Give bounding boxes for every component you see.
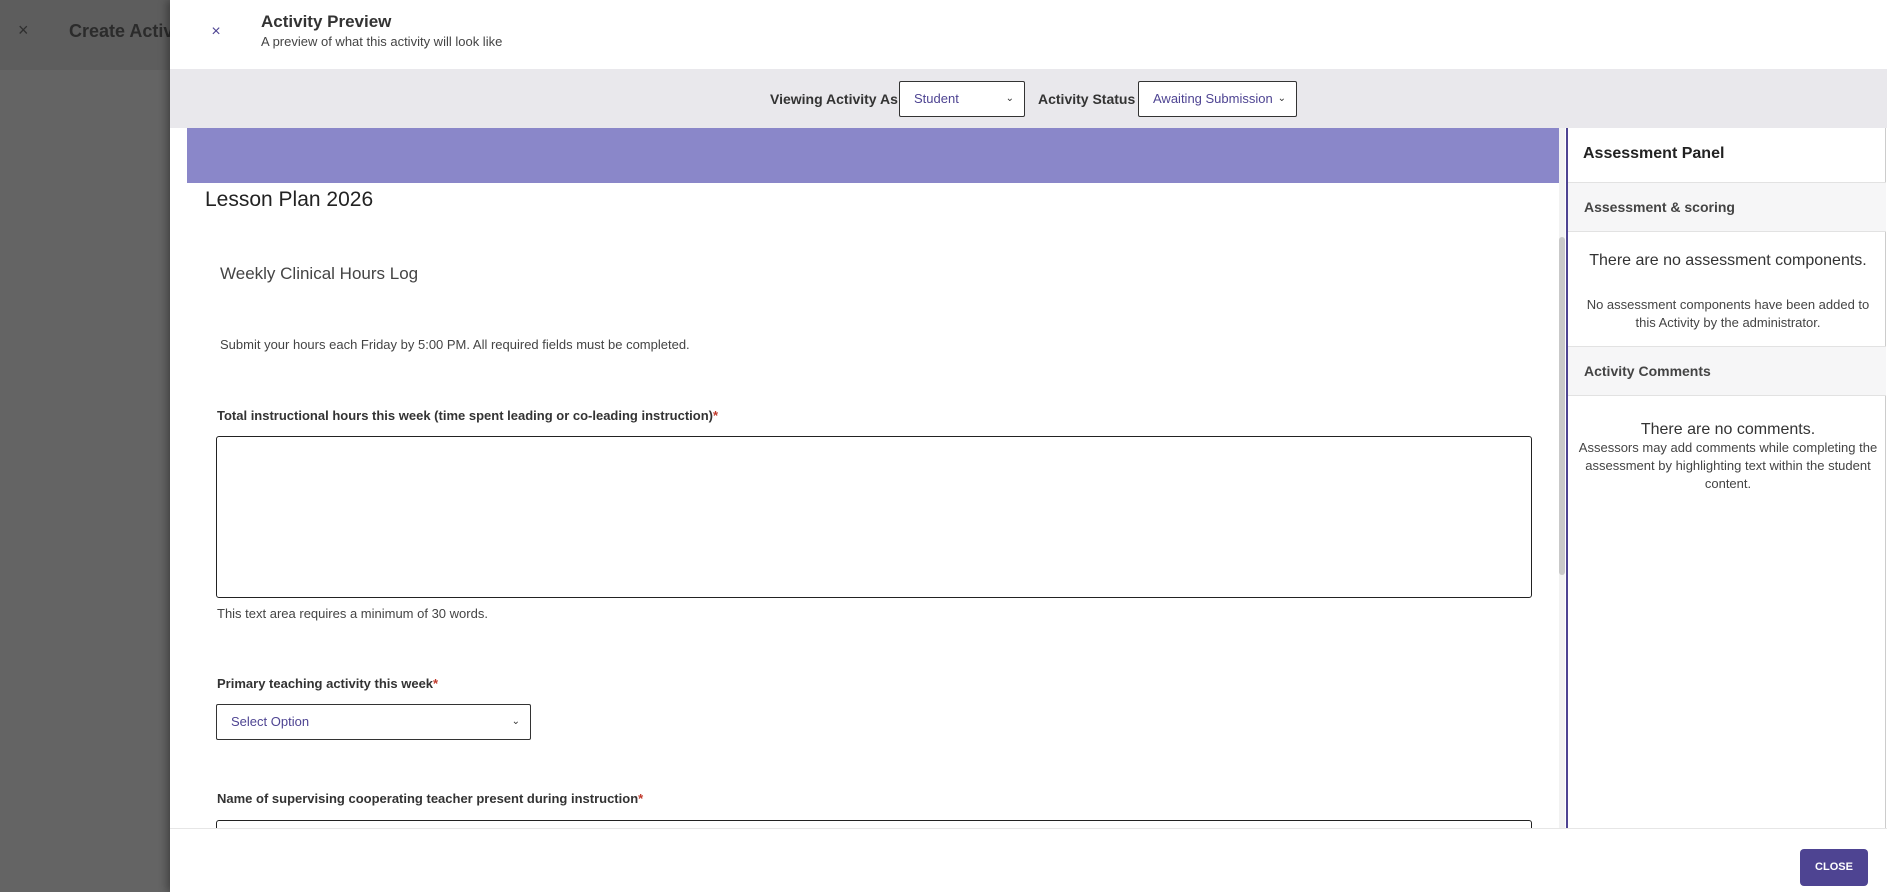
primary-activity-select[interactable]: Select Option ⌄ <box>216 704 531 740</box>
field-label-primary-activity: Primary teaching activity this week* <box>217 676 438 691</box>
background-close-icon: × <box>18 20 29 40</box>
lesson-title: Lesson Plan 2026 <box>205 188 374 211</box>
drawer-header: × Activity Preview A preview of what thi… <box>170 0 1887 69</box>
close-button[interactable]: CLOSE <box>1800 849 1868 886</box>
drawer-subtitle: A preview of what this activity will loo… <box>261 34 503 49</box>
required-marker: * <box>712 408 719 423</box>
assessment-scoring-header: Assessment & scoring <box>1568 182 1886 232</box>
assessment-panel: Assessment Panel Assessment & scoring Th… <box>1566 128 1886 828</box>
activity-comments-header: Activity Comments <box>1568 346 1886 396</box>
viewing-as-select[interactable]: Student ⌄ <box>899 81 1025 117</box>
assessment-panel-title: Assessment Panel <box>1583 145 1725 162</box>
activity-status-value: Awaiting Submission <box>1153 91 1273 106</box>
no-comments-text: Assessors may add comments while complet… <box>1578 440 1878 491</box>
viewing-as-value: Student <box>914 91 959 106</box>
section-title: Weekly Clinical Hours Log <box>220 264 419 283</box>
field-label-text: Name of supervising cooperating teacher … <box>217 791 639 806</box>
select-placeholder: Select Option <box>231 714 310 729</box>
instructions-text: Submit your hours each Friday by 5:00 PM… <box>220 337 690 352</box>
instructional-hours-textarea[interactable] <box>216 436 1532 598</box>
chevron-down-icon: ⌄ <box>1277 93 1286 104</box>
viewing-as-label: Viewing Activity As <box>770 91 898 107</box>
scrollbar-thumb[interactable] <box>1559 237 1565 575</box>
preview-toolbar: Viewing Activity As Student ⌄ Activity S… <box>170 69 1887 128</box>
no-assessment-text: No assessment components have been added… <box>1586 297 1870 330</box>
activity-banner <box>187 128 1562 183</box>
close-icon[interactable]: × <box>206 22 226 42</box>
background-page-title: Create Activi <box>69 21 179 41</box>
no-assessment-title: There are no assessment components. <box>1589 252 1867 269</box>
required-marker: * <box>433 676 439 691</box>
cooperating-teacher-input[interactable] <box>216 820 1532 828</box>
activity-status-select[interactable]: Awaiting Submission ⌄ <box>1138 81 1297 117</box>
no-comments-title: There are no comments. <box>1640 421 1816 438</box>
chevron-down-icon: ⌄ <box>1005 93 1014 104</box>
field-label-text: Primary teaching activity this week <box>217 676 434 691</box>
field-label-text: Total instructional hours this week (tim… <box>217 408 713 423</box>
activity-preview-drawer: × Activity Preview A preview of what thi… <box>170 0 1887 892</box>
drawer-footer: CLOSE <box>170 828 1887 892</box>
content-scrollbar[interactable] <box>1559 128 1565 828</box>
field-label-cooperating-teacher: Name of supervising cooperating teacher … <box>217 791 643 806</box>
field-label-instructional-hours: Total instructional hours this week (tim… <box>217 408 718 423</box>
chevron-down-icon: ⌄ <box>511 716 520 727</box>
activity-status-label: Activity Status <box>1038 91 1136 107</box>
drawer-title: Activity Preview <box>261 12 392 31</box>
activity-content: Lesson Plan 2026 Weekly Clinical Hours L… <box>187 128 1579 828</box>
word-count-hint: This text area requires a minimum of 30 … <box>217 606 488 621</box>
required-marker: * <box>638 791 644 806</box>
